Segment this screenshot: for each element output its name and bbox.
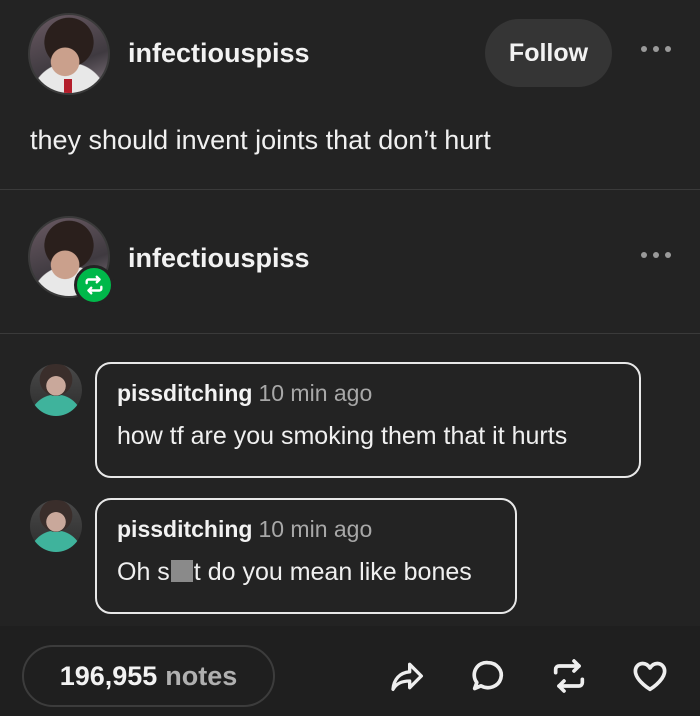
comment-bubble: pissditching 10 min ago Oh s t do you mean…	[95, 498, 517, 614]
post-text: they should invent joints that don’t hur…	[30, 125, 491, 155]
comment-meta: pissditching 10 min ago	[117, 516, 372, 543]
follow-button[interactable]: Follow	[485, 19, 612, 87]
share-icon[interactable]	[388, 656, 428, 696]
notes-label: notes	[165, 660, 238, 691]
reblog-username[interactable]: infectiouspiss	[128, 243, 310, 274]
notes-button[interactable]: 196,955 notes	[22, 645, 275, 707]
divider	[0, 333, 700, 334]
comment-text-start: Oh s	[117, 558, 170, 586]
censor-block	[170, 560, 193, 582]
reblog-badge-icon	[74, 265, 114, 305]
comment-avatar[interactable]	[30, 500, 82, 552]
comment-text-end: t do you mean like bones	[193, 558, 472, 586]
post-username[interactable]: infectiouspiss	[128, 38, 310, 69]
like-icon[interactable]	[630, 656, 670, 696]
comment-avatar[interactable]	[30, 364, 82, 416]
reblog-icon[interactable]	[549, 656, 589, 696]
comment-timestamp: 10 min ago	[258, 380, 373, 406]
comment-text: Oh s t do you mean like bones	[117, 558, 472, 587]
notes-count: 196,955	[59, 660, 158, 691]
more-options-icon[interactable]	[641, 44, 671, 54]
comment-meta: pissditching 10 min ago	[117, 380, 372, 407]
comment-timestamp: 10 min ago	[258, 516, 373, 542]
avatar[interactable]	[28, 13, 110, 95]
comment-username[interactable]: pissditching	[117, 516, 252, 542]
comment-bubble: pissditching 10 min ago how tf are you sm…	[95, 362, 641, 478]
reply-icon[interactable]	[468, 656, 508, 696]
post-header: infectiouspiss Follow	[0, 0, 700, 110]
comment-text: how tf are you smoking them that it hurt…	[117, 422, 568, 450]
more-options-icon[interactable]	[641, 250, 671, 260]
avatar-tie	[64, 79, 72, 93]
divider	[0, 189, 700, 190]
comment-username[interactable]: pissditching	[117, 380, 252, 406]
post-footer: 196,955 notes	[0, 626, 700, 716]
